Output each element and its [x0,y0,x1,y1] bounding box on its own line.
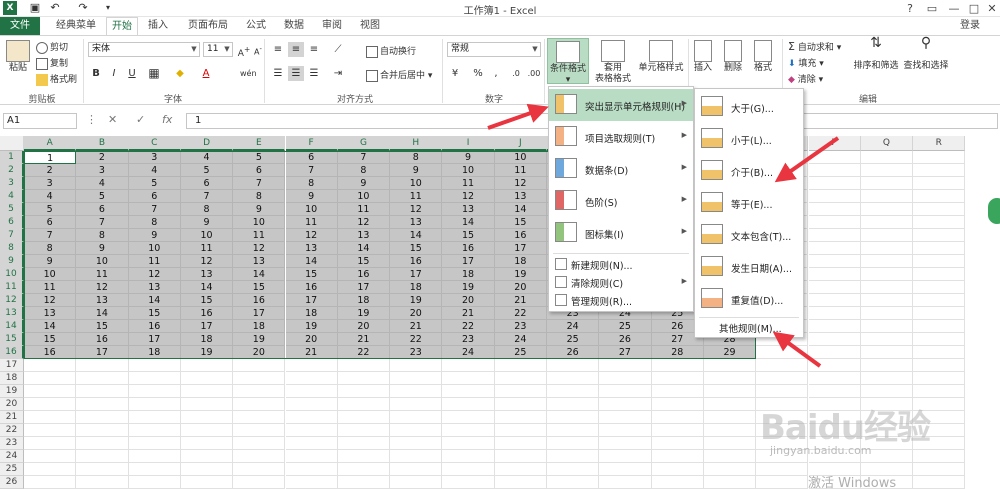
arrow-to-between [774,136,840,183]
annotation-arrows [487,103,840,368]
arrow-to-more-rules [772,331,822,368]
arrow-to-highlight-rules [487,103,549,130]
excel-window: X ▣ ↶ ↷ ▾ 工作簿1 - Excel ? ▭ — □ ✕ 文件 经典菜单… [0,0,1000,489]
